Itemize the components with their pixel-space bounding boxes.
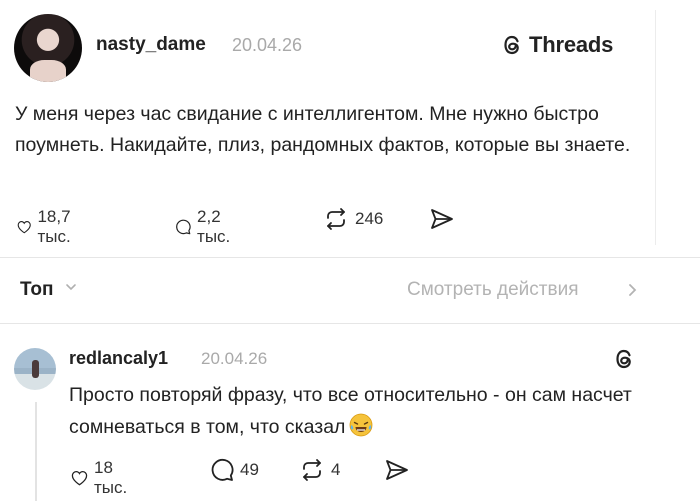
reply-share-button[interactable] (384, 458, 410, 482)
replies-divider (0, 323, 700, 324)
reply-text: Просто повторяй фразу, что все относител… (69, 379, 669, 443)
threads-brand: Threads (500, 32, 613, 58)
view-activity-link[interactable]: Смотреть действия (407, 279, 578, 301)
like-count: 18,7 тыс. (37, 207, 71, 246)
reply-like-button[interactable]: 18 тыс. (71, 458, 134, 498)
share-button[interactable] (429, 207, 455, 231)
post-date: 20.04.26 (232, 35, 303, 55)
main-post: nasty_dame 20.04.26 Threads У меня через… (0, 0, 700, 260)
repost-button[interactable]: 246 (323, 207, 383, 231)
post-text: У меня через час свидание с интеллигенто… (15, 103, 631, 156)
comment-button[interactable]: 2,2 тыс. (175, 207, 238, 247)
thread-line (35, 402, 37, 501)
reply-post: redlancaly1 20.04.26 Просто повторяй фра… (0, 330, 700, 501)
chevron-right-icon[interactable] (625, 282, 639, 298)
brand-label: Threads (529, 32, 614, 57)
reply-comment-button[interactable]: 49 (210, 458, 259, 482)
sort-dropdown[interactable]: Топ (20, 279, 54, 301)
send-icon (386, 460, 408, 480)
repost-icon (327, 208, 345, 230)
reply-date: 20.04.26 (201, 349, 268, 368)
speech-bubble-icon (211, 458, 234, 481)
reply-comment-count: 49 (240, 460, 259, 479)
like-button[interactable]: 18,7 тыс. (17, 207, 80, 247)
reply-repost-button[interactable]: 4 (299, 458, 340, 482)
avatar[interactable] (14, 14, 82, 82)
chevron-down-icon[interactable] (64, 280, 78, 294)
post-divider (0, 257, 700, 258)
threads-logo-icon (616, 349, 631, 369)
speech-bubble-icon (176, 219, 191, 235)
reply-repost-count: 4 (331, 460, 341, 479)
repost-icon (303, 459, 321, 481)
reply-avatar[interactable] (14, 348, 56, 390)
threads-logo-icon (504, 35, 519, 55)
repost-count: 246 (355, 209, 384, 228)
send-icon (431, 209, 453, 229)
tears-of-joy-emoji-icon (350, 413, 373, 437)
reply-like-count: 18 тыс. (93, 458, 128, 497)
comment-count: 2,2 тыс. (197, 207, 231, 246)
post-username[interactable]: nasty_dame (96, 34, 206, 56)
heart-icon (71, 470, 88, 486)
heart-icon (17, 221, 31, 234)
replies-sort-bar: Топ Смотреть действия (0, 270, 700, 310)
reply-username[interactable]: redlancaly1 (69, 348, 168, 369)
